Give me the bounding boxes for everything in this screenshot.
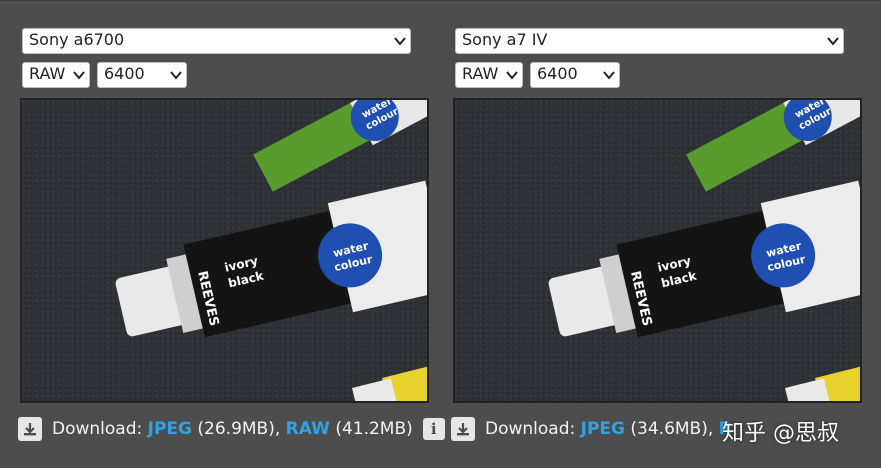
iso-select-right[interactable]: 6400 xyxy=(530,62,620,88)
raw-download-link[interactable]: RAW xyxy=(286,419,330,439)
iso-select-value: 6400 xyxy=(104,64,145,83)
chevron-down-icon xyxy=(73,70,85,80)
camera-select-value: Sony a7 IV xyxy=(462,30,548,49)
download-row-left: Download: JPEG (26.9MB), RAW (41.2MB) i xyxy=(18,416,445,442)
sample-photo-right[interactable]: water colour REEVES ivory black water co… xyxy=(453,98,862,403)
format-select-value: RAW xyxy=(29,64,66,83)
paint-tube-image: water colour REEVES ivory black water co… xyxy=(115,100,427,401)
jpeg-size: (26.9MB), xyxy=(197,419,281,439)
left-comparison-panel: Sony a6700 RAW 6400 water colour REEVES … xyxy=(18,0,445,468)
jpeg-download-link[interactable]: JPEG xyxy=(148,419,192,439)
camera-select-right[interactable]: Sony a7 IV xyxy=(455,28,844,54)
jpeg-download-link[interactable]: JPEG xyxy=(581,419,625,439)
chevron-down-icon xyxy=(394,36,406,46)
chevron-down-icon xyxy=(506,70,518,80)
download-prefix: Download: xyxy=(485,419,576,439)
raw-size: (41.2MB) xyxy=(335,419,413,439)
chevron-down-icon xyxy=(170,70,182,80)
format-select-value: RAW xyxy=(462,64,499,83)
jpeg-size: (34.6MB), xyxy=(630,419,714,439)
iso-select-value: 6400 xyxy=(537,64,578,83)
download-icon[interactable] xyxy=(451,417,475,441)
camera-select-left[interactable]: Sony a6700 xyxy=(22,28,411,54)
info-icon[interactable]: i xyxy=(422,418,445,440)
chevron-down-icon xyxy=(827,36,839,46)
paint-tube-image: water colour REEVES ivory black water co… xyxy=(548,100,860,401)
watermark-text: 知乎 @思叔 xyxy=(722,421,839,446)
download-icon[interactable] xyxy=(18,417,42,441)
iso-select-left[interactable]: 6400 xyxy=(97,62,187,88)
download-prefix: Download: xyxy=(52,419,143,439)
download-row-right: Download: JPEG (34.6MB), R xyxy=(451,416,732,442)
camera-select-value: Sony a6700 xyxy=(29,30,125,49)
right-comparison-panel: Sony a7 IV RAW 6400 water colour REEVES … xyxy=(451,0,863,468)
sample-photo-left[interactable]: water colour REEVES ivory black water co… xyxy=(20,98,429,403)
chevron-down-icon xyxy=(603,70,615,80)
format-select-right[interactable]: RAW xyxy=(455,62,523,88)
format-select-left[interactable]: RAW xyxy=(22,62,90,88)
